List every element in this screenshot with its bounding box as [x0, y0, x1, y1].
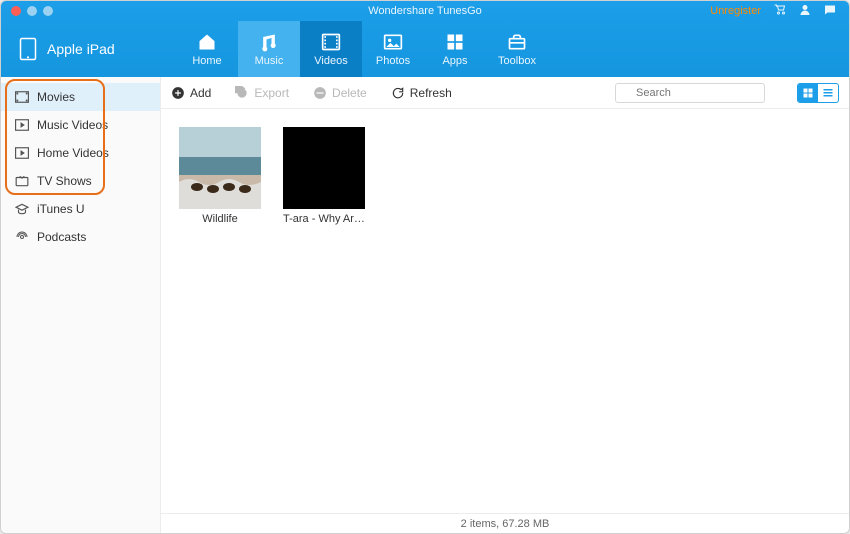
- toolbox-icon: [506, 32, 528, 52]
- grid-icon: [802, 87, 814, 99]
- delete-label: Delete: [332, 86, 367, 100]
- graduation-icon: [15, 203, 29, 215]
- list-icon: [822, 87, 834, 99]
- minus-circle-icon: [313, 86, 327, 100]
- item-grid: Wildlife T-ara - Why Are…: [161, 109, 849, 513]
- sidebar-item-label: iTunes U: [37, 202, 85, 216]
- nav-videos[interactable]: Videos: [300, 21, 362, 77]
- apps-icon: [445, 32, 465, 52]
- item-title: Wildlife: [179, 213, 261, 225]
- toolbar: Add Export Delete Refresh: [161, 77, 849, 109]
- app-window: Wondershare TunesGo Unregister Apple iPa…: [0, 0, 850, 534]
- sidebar-item-label: Home Videos: [37, 146, 109, 160]
- search-wrap: [615, 83, 765, 103]
- status-bar: 2 items, 67.28 MB: [161, 513, 849, 533]
- video-item[interactable]: Wildlife: [179, 127, 261, 225]
- nav-toolbox-label: Toolbox: [498, 55, 536, 67]
- list-view-button[interactable]: [818, 84, 838, 102]
- tv-icon: [15, 175, 29, 187]
- main-nav: Home Music Videos Photos Apps: [176, 21, 548, 77]
- sidebar-item-itunes-u[interactable]: iTunes U: [1, 195, 160, 223]
- titlebar: Wondershare TunesGo Unregister: [1, 1, 849, 21]
- sidebar: Movies Music Videos Home Videos TV Shows…: [1, 77, 161, 533]
- device-name: Apple iPad: [47, 41, 115, 57]
- unregister-link[interactable]: Unregister: [710, 5, 761, 17]
- nav-home-label: Home: [192, 55, 221, 67]
- videos-icon: [321, 32, 341, 52]
- status-text: 2 items, 67.28 MB: [461, 518, 550, 530]
- podcast-icon: [15, 231, 29, 243]
- refresh-icon: [391, 86, 405, 100]
- feedback-icon[interactable]: [823, 4, 837, 19]
- close-icon[interactable]: [11, 6, 21, 16]
- thumbnail: [283, 127, 365, 209]
- nav-music[interactable]: Music: [238, 21, 300, 77]
- nav-home[interactable]: Home: [176, 21, 238, 77]
- ipad-icon: [19, 37, 37, 61]
- nav-apps-label: Apps: [442, 55, 467, 67]
- delete-button[interactable]: Delete: [313, 86, 367, 100]
- nav-row: Apple iPad Home Music Videos Photos: [1, 21, 849, 77]
- home-video-icon: [15, 147, 29, 159]
- item-title: T-ara - Why Are…: [283, 213, 365, 225]
- sidebar-item-label: Movies: [37, 90, 75, 104]
- cart-icon[interactable]: [773, 4, 787, 19]
- home-icon: [196, 32, 218, 52]
- sidebar-item-music-videos[interactable]: Music Videos: [1, 111, 160, 139]
- plus-circle-icon: [171, 86, 185, 100]
- sidebar-item-podcasts[interactable]: Podcasts: [1, 223, 160, 251]
- sidebar-item-tv-shows[interactable]: TV Shows: [1, 167, 160, 195]
- search-input[interactable]: [615, 83, 765, 103]
- refresh-label: Refresh: [410, 86, 452, 100]
- sidebar-item-home-videos[interactable]: Home Videos: [1, 139, 160, 167]
- export-button[interactable]: Export: [235, 86, 289, 100]
- sidebar-item-label: Music Videos: [37, 118, 108, 132]
- window-controls: [1, 6, 53, 16]
- export-icon: [235, 86, 249, 100]
- grid-view-button[interactable]: [798, 84, 818, 102]
- nav-videos-label: Videos: [314, 55, 347, 67]
- music-video-icon: [15, 119, 29, 131]
- photos-icon: [383, 32, 403, 52]
- export-label: Export: [254, 86, 289, 100]
- minimize-icon[interactable]: [27, 6, 37, 16]
- nav-photos[interactable]: Photos: [362, 21, 424, 77]
- film-icon: [15, 91, 29, 103]
- view-toggle: [797, 83, 839, 103]
- sidebar-item-label: Podcasts: [37, 230, 86, 244]
- video-item[interactable]: T-ara - Why Are…: [283, 127, 365, 225]
- body: Movies Music Videos Home Videos TV Shows…: [1, 77, 849, 533]
- sidebar-item-label: TV Shows: [37, 174, 92, 188]
- sidebar-item-movies[interactable]: Movies: [1, 83, 160, 111]
- user-icon[interactable]: [799, 4, 811, 19]
- add-label: Add: [190, 86, 211, 100]
- nav-photos-label: Photos: [376, 55, 410, 67]
- thumbnail: [179, 127, 261, 209]
- content: Add Export Delete Refresh: [161, 77, 849, 533]
- device-selector[interactable]: Apple iPad: [1, 21, 176, 77]
- nav-music-label: Music: [255, 55, 284, 67]
- wildlife-thumbnail: [179, 127, 261, 209]
- nav-apps[interactable]: Apps: [424, 21, 486, 77]
- music-icon: [259, 32, 279, 52]
- maximize-icon[interactable]: [43, 6, 53, 16]
- add-button[interactable]: Add: [171, 86, 211, 100]
- refresh-button[interactable]: Refresh: [391, 86, 452, 100]
- header: Wondershare TunesGo Unregister Apple iPa…: [1, 1, 849, 77]
- nav-toolbox[interactable]: Toolbox: [486, 21, 548, 77]
